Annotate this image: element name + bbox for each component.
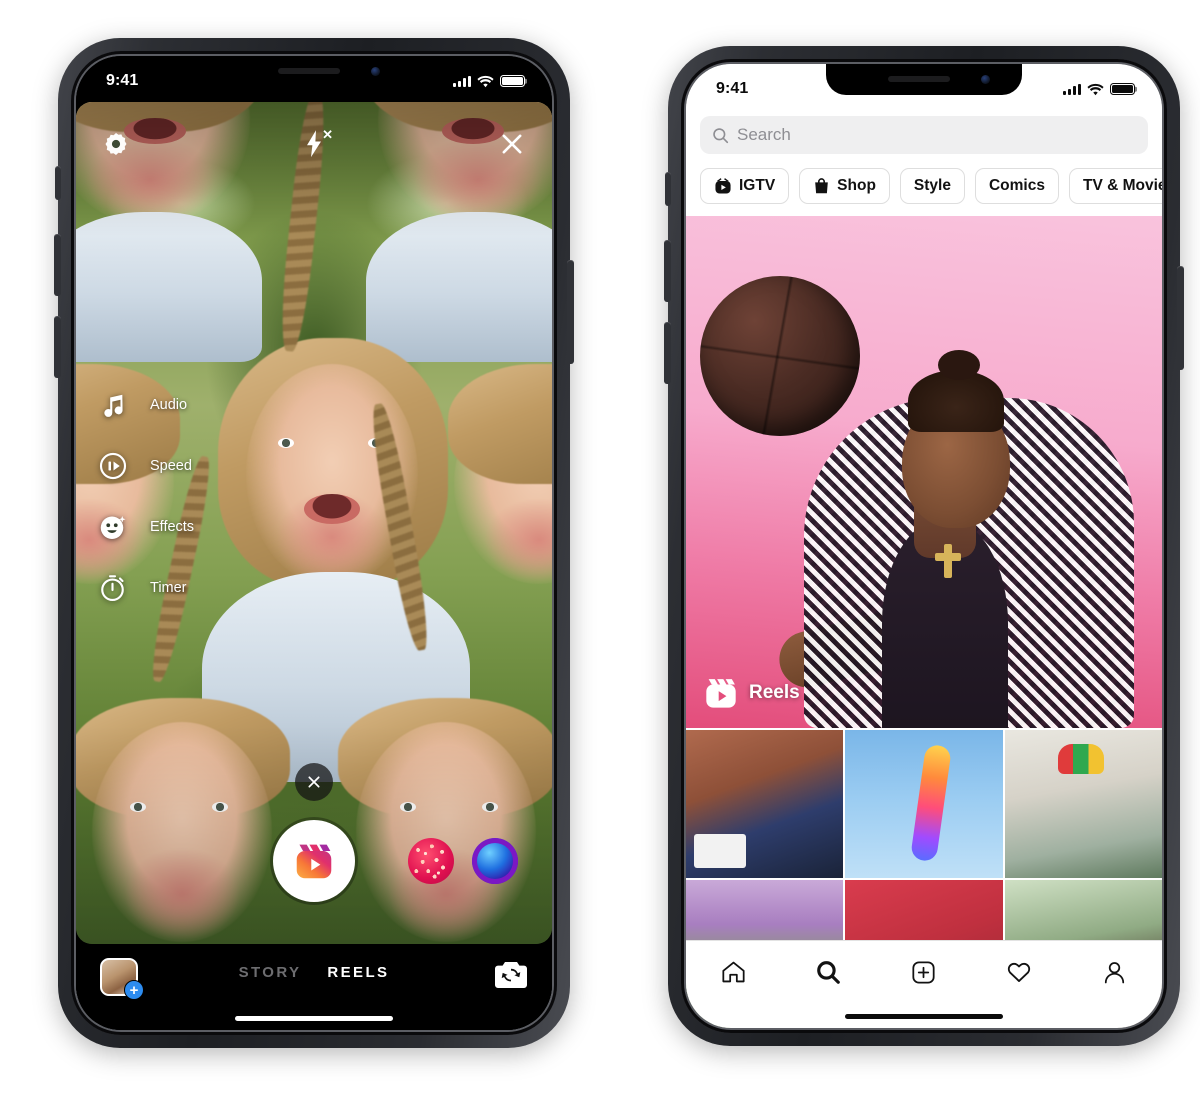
home-indicator-right[interactable] bbox=[845, 1014, 1003, 1019]
mode-tab-story[interactable]: STORY bbox=[239, 964, 302, 981]
gallery-thumbnail-button[interactable]: + bbox=[100, 958, 144, 1000]
chip-tv-and-movies-label: TV & Movies bbox=[1082, 177, 1162, 194]
featured-reel-card[interactable]: Reels bbox=[686, 216, 1162, 728]
gear-icon[interactable] bbox=[102, 130, 130, 158]
silent-switch[interactable] bbox=[55, 166, 61, 200]
hair-bun-graphic bbox=[908, 350, 1004, 432]
volume-down-button[interactable] bbox=[54, 316, 61, 378]
speed-icon bbox=[96, 449, 130, 483]
status-time: 9:41 bbox=[106, 72, 139, 89]
cross-necklace-graphic bbox=[935, 544, 961, 578]
scene: ✕ Audio Speed Effects Timer 9:41 + STORY… bbox=[0, 0, 1200, 1110]
home-indicator-left[interactable] bbox=[235, 1016, 393, 1021]
chip-tv-and-movies[interactable]: TV & Movies bbox=[1068, 168, 1162, 204]
category-chip-row[interactable]: IGTV Shop Style Comics TV & Movi bbox=[686, 154, 1162, 216]
tool-audio-label: Audio bbox=[150, 397, 188, 413]
signal-bars-icon bbox=[453, 75, 471, 87]
camera-viewfinder[interactable]: ✕ Audio Speed Effects Timer bbox=[76, 102, 552, 944]
battery-full-icon bbox=[1110, 82, 1135, 96]
remove-effect-button[interactable] bbox=[295, 763, 333, 801]
shutter-row bbox=[76, 820, 552, 902]
shopping-bag-icon bbox=[815, 178, 828, 194]
capture-mode-tabs: STORY REELS bbox=[239, 964, 390, 981]
notch-right bbox=[826, 64, 1022, 95]
effect-thumb-hearts[interactable] bbox=[408, 838, 454, 884]
plus-box-icon[interactable] bbox=[900, 955, 948, 989]
status-time: 9:41 bbox=[716, 80, 749, 97]
mode-tab-reels[interactable]: REELS bbox=[327, 964, 389, 981]
front-camera bbox=[981, 75, 990, 84]
close-x-icon bbox=[308, 776, 320, 788]
tool-effects-label: Effects bbox=[150, 519, 195, 535]
thumb-two-people-drawing[interactable] bbox=[686, 730, 844, 878]
home-icon[interactable] bbox=[710, 955, 758, 989]
camera-tool-rail: Audio Speed Effects Timer bbox=[96, 388, 194, 605]
tool-speed-label: Speed bbox=[150, 458, 192, 474]
reels-clapperboard-icon bbox=[706, 679, 736, 708]
instagram-explore-page: Search IGTV Shop Style Comics TV & Movi … bbox=[686, 64, 1162, 1028]
volume-down-button[interactable] bbox=[664, 322, 671, 384]
front-camera bbox=[371, 67, 380, 76]
search-input[interactable]: Search bbox=[700, 116, 1148, 154]
earpiece-speaker bbox=[888, 76, 951, 82]
notch-left bbox=[216, 56, 412, 87]
battery-full-icon bbox=[500, 74, 525, 88]
screen-explore: Search IGTV Shop Style Comics TV & Movi … bbox=[686, 64, 1162, 1028]
chip-igtv-label: IGTV bbox=[739, 177, 776, 194]
person-icon[interactable] bbox=[1090, 955, 1138, 989]
gallery-add-badge[interactable]: + bbox=[124, 980, 144, 1000]
chip-style[interactable]: Style bbox=[899, 168, 965, 204]
heart-icon[interactable] bbox=[995, 955, 1043, 989]
tool-speed[interactable]: Speed bbox=[96, 449, 194, 483]
reels-badge-label: Reels bbox=[749, 682, 800, 703]
effect-thumb-blue-orb[interactable] bbox=[472, 838, 518, 884]
screen-camera: ✕ Audio Speed Effects Timer 9:41 + STORY… bbox=[76, 56, 552, 1030]
thumb-rainbow-nails-hand[interactable] bbox=[845, 730, 1003, 878]
power-button[interactable] bbox=[567, 260, 574, 364]
volume-up-button[interactable] bbox=[54, 234, 61, 296]
chip-style-label: Style bbox=[913, 177, 951, 194]
camera-top-controls: ✕ bbox=[76, 120, 552, 168]
wifi-icon bbox=[477, 75, 494, 87]
thumb-person-sunglasses-beanie[interactable] bbox=[1004, 730, 1162, 878]
chip-shop[interactable]: Shop bbox=[799, 168, 890, 204]
chip-igtv[interactable]: IGTV bbox=[700, 168, 790, 204]
tool-timer-label: Timer bbox=[150, 580, 187, 596]
tool-timer[interactable]: Timer bbox=[96, 571, 194, 605]
record-button[interactable] bbox=[273, 820, 355, 902]
basketball-graphic bbox=[700, 276, 860, 436]
power-button[interactable] bbox=[1177, 266, 1184, 370]
flash-off-icon[interactable]: ✕ bbox=[303, 127, 333, 159]
phone-device-left: ✕ Audio Speed Effects Timer 9:41 + STORY… bbox=[54, 38, 574, 1048]
earpiece-speaker bbox=[278, 68, 341, 74]
tool-audio[interactable]: Audio bbox=[96, 388, 194, 422]
chip-shop-label: Shop bbox=[837, 177, 876, 194]
signal-bars-icon bbox=[1063, 83, 1081, 95]
search-icon[interactable] bbox=[805, 955, 853, 989]
search-placeholder: Search bbox=[737, 125, 791, 144]
silent-switch[interactable] bbox=[665, 172, 671, 206]
reels-badge[interactable]: Reels bbox=[704, 676, 800, 710]
chip-comics[interactable]: Comics bbox=[974, 168, 1059, 204]
phone-device-right: Search IGTV Shop Style Comics TV & Movi … bbox=[664, 46, 1184, 1046]
camera-flip-icon[interactable] bbox=[494, 960, 528, 995]
wifi-icon bbox=[1087, 83, 1104, 95]
volume-up-button[interactable] bbox=[664, 240, 671, 302]
explore-body: Reels bbox=[686, 216, 1162, 1028]
search-icon bbox=[713, 127, 729, 143]
flash-off-x: ✕ bbox=[322, 127, 333, 142]
music-note-icon bbox=[96, 388, 130, 422]
chip-comics-label: Comics bbox=[988, 177, 1045, 194]
effects-smiley-icon bbox=[96, 510, 130, 544]
tool-effects[interactable]: Effects bbox=[96, 510, 194, 544]
reels-clapperboard-icon bbox=[296, 844, 332, 879]
timer-icon bbox=[96, 571, 130, 605]
igtv-icon bbox=[715, 178, 731, 194]
close-x-icon[interactable] bbox=[498, 130, 526, 158]
